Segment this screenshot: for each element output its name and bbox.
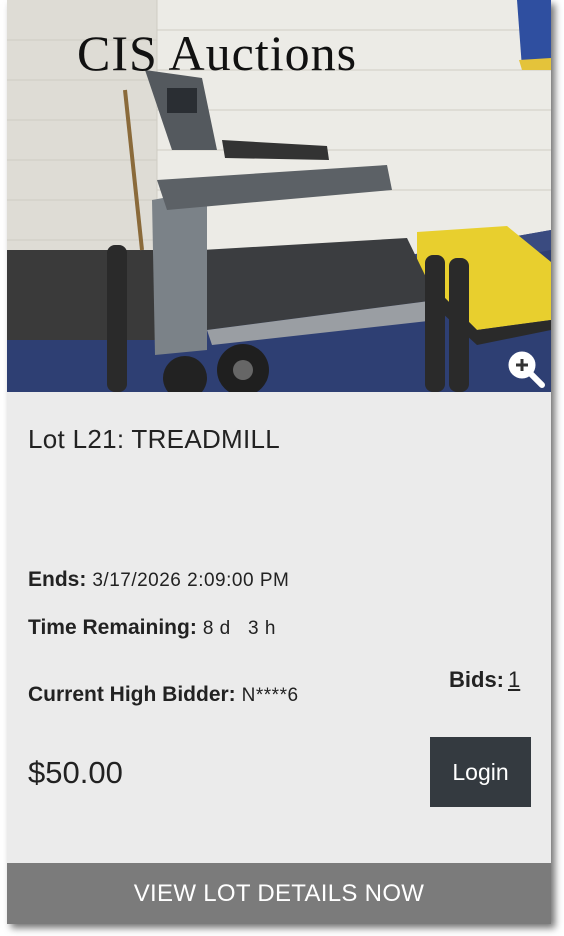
zoom-in-icon[interactable]	[507, 350, 545, 388]
ends-label: Ends:	[28, 568, 87, 591]
high-bidder-label: Current High Bidder:	[28, 683, 236, 706]
ends-value: 3/17/2026 2:09:00 PM	[92, 570, 290, 591]
login-button[interactable]: Login	[430, 737, 531, 807]
bids-link[interactable]: 1	[508, 667, 520, 692]
brand-watermark: CIS Auctions	[77, 25, 358, 81]
current-price: $50.00	[28, 755, 123, 790]
high-bidder-value: N****6	[241, 685, 299, 706]
bids-count: Bids: 1	[449, 667, 520, 693]
bids-label: Bids:	[449, 667, 504, 692]
time-remaining-label: Time Remaining:	[28, 616, 197, 639]
time-remaining-value: 8 d 3 h	[202, 618, 276, 639]
ends-row: Ends: 3/17/2026 2:09:00 PM	[28, 568, 289, 592]
lot-card: CIS Auctions Lot L21: TREADMILL Ends: 3/1…	[7, 0, 551, 924]
high-bidder-row: Current High Bidder: N****6	[28, 683, 299, 707]
lot-title[interactable]: Lot L21: TREADMILL	[28, 424, 280, 455]
view-lot-details-button[interactable]: VIEW LOT DETAILS NOW	[7, 863, 551, 924]
lot-photo[interactable]: CIS Auctions	[7, 0, 551, 392]
time-remaining-row: Time Remaining: 8 d 3 h	[28, 616, 276, 640]
